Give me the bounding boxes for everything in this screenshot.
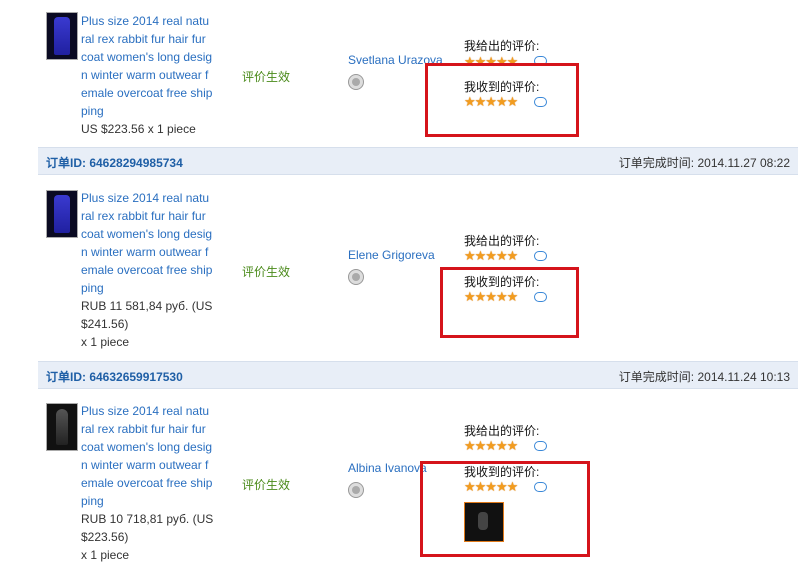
given-rating-stars: ★★★★★ [464, 248, 518, 263]
product-thumbnail[interactable] [46, 190, 78, 238]
order-id-link[interactable]: 订单ID: 64632659917530 [46, 368, 183, 385]
given-feedback-label: 我给出的评价: [464, 234, 540, 248]
feedback-status: 评价生效 [242, 478, 291, 492]
comment-bubble-icon[interactable] [534, 251, 547, 261]
product-thumbnail[interactable] [46, 403, 78, 451]
buyer-name-link[interactable]: Elene Grigoreva [348, 248, 435, 262]
product-title-link[interactable]: Plus size 2014 real natural rex rabbit f… [81, 189, 213, 297]
buyer-avatar-icon [348, 482, 364, 498]
highlight-box [440, 267, 579, 338]
order-completed-time: 订单完成时间: 2014.11.27 08:22 [618, 156, 790, 170]
comment-bubble-icon[interactable] [534, 441, 547, 451]
order-header: 订单ID: 64632659917530 订单完成时间: 2014.11.24 … [38, 361, 798, 389]
product-thumbnail[interactable] [46, 12, 78, 60]
product-title-link[interactable]: Plus size 2014 real natural rex rabbit f… [81, 12, 213, 120]
order-header: 订单ID: 64628294985734 订单完成时间: 2014.11.27 … [38, 147, 798, 175]
product-title-link[interactable]: Plus size 2014 real natural rex rabbit f… [81, 402, 213, 510]
feedback-status: 评价生效 [242, 265, 291, 279]
product-price: US $223.56 x 1 piece [81, 122, 196, 136]
order-id-link[interactable]: 订单ID: 64628294985734 [46, 154, 183, 171]
buyer-avatar-icon [348, 74, 364, 90]
product-price: RUB 11 581,84 руб. (US $241.56) [81, 299, 213, 331]
product-quantity: x 1 piece [81, 335, 130, 349]
given-rating-stars: ★★★★★ [464, 438, 518, 453]
highlight-box [425, 63, 579, 137]
order-completed-time: 订单完成时间: 2014.11.24 10:13 [618, 370, 790, 384]
buyer-avatar-icon [348, 269, 364, 285]
product-price: RUB 10 718,81 руб. (US $223.56) [81, 512, 214, 544]
feedback-status: 评价生效 [242, 70, 291, 84]
highlight-box [420, 461, 590, 557]
given-feedback-label: 我给出的评价: [464, 39, 540, 53]
given-feedback-label: 我给出的评价: [464, 424, 540, 438]
product-quantity: x 1 piece [81, 548, 130, 562]
buyer-name-link[interactable]: Albina Ivanova [348, 461, 427, 475]
